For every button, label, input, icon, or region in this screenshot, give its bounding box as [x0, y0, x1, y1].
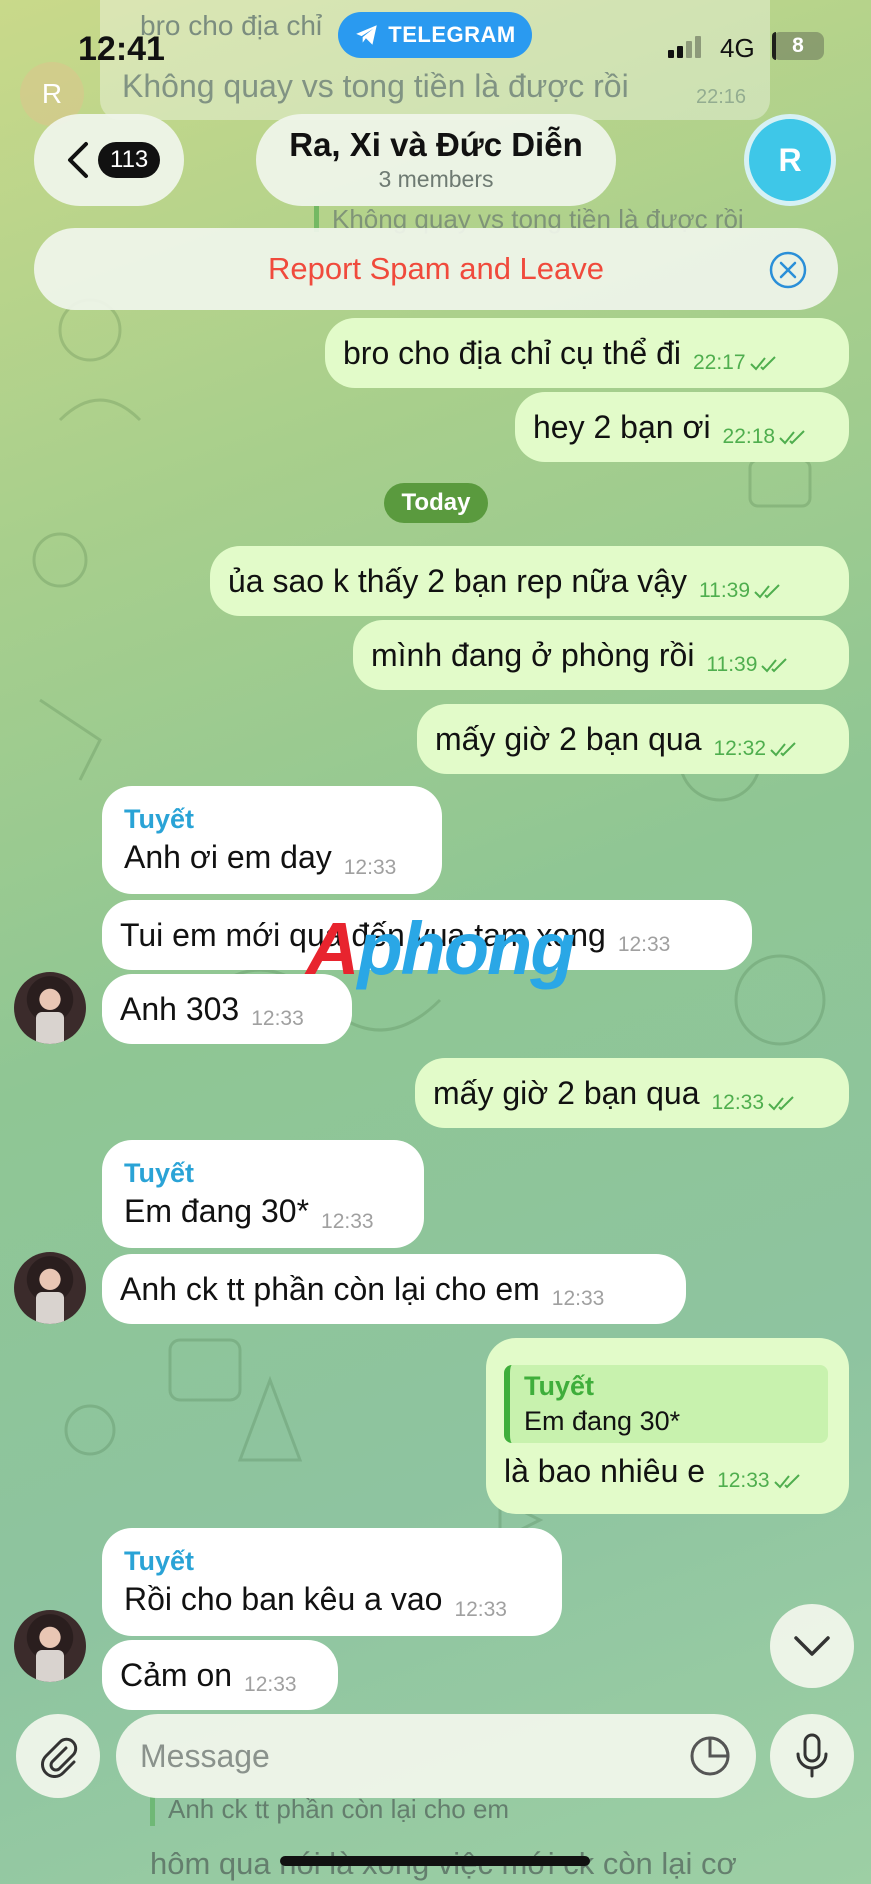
message-time: 22:17	[692, 351, 746, 374]
reply-sender: Tuyết	[524, 1370, 595, 1401]
scroll-down-button[interactable]	[770, 1604, 854, 1688]
message-time: 11:39	[706, 653, 758, 676]
reply-text: Em đang 30*	[524, 1405, 681, 1436]
message-incoming[interactable]: Anh 303 12:33	[102, 974, 352, 1044]
message-incoming[interactable]: Tuyết Em đang 30* 12:33	[102, 1140, 424, 1248]
message-time: 12:33	[251, 1007, 304, 1030]
message-incoming[interactable]: Tuyết Rồi cho ban kêu a vao 12:33	[102, 1528, 562, 1636]
message-meta: 12:33	[711, 1091, 796, 1115]
report-spam-button[interactable]: Report Spam and Leave	[268, 251, 604, 287]
signal-icon	[668, 36, 701, 58]
message-meta: 12:32	[713, 737, 798, 761]
message-text: Rồi cho ban kêu a vao	[124, 1581, 443, 1617]
message-text: ủa sao k thấy 2 bạn rep nữa vậy	[228, 562, 688, 599]
clock: 12:41	[78, 30, 165, 68]
sender-name[interactable]: Tuyết	[124, 804, 194, 835]
sender-avatar[interactable]	[14, 972, 86, 1044]
chat-name: Ra, Xi và Đức Diễn	[289, 126, 583, 163]
message-text: Anh ơi em day	[124, 839, 332, 875]
sender-name[interactable]: Tuyết	[124, 1158, 194, 1189]
message-outgoing-reply[interactable]: Tuyết Em đang 30* là bao nhiêu e 12:33	[486, 1338, 849, 1514]
message-time: 12:33	[321, 1209, 374, 1233]
microphone-button[interactable]	[770, 1714, 854, 1798]
message-time: 22:18	[722, 425, 776, 448]
message-text: Cảm on	[120, 1656, 233, 1693]
message-meta: 11:39	[699, 579, 782, 603]
message-time: 11:39	[699, 579, 751, 602]
double-check-icon	[773, 1474, 800, 1489]
message-outgoing[interactable]: bro cho địa chỉ cụ thể đi 22:17	[325, 318, 849, 388]
chat-members-count: 3 members	[378, 166, 494, 192]
sticker-icon[interactable]	[688, 1734, 732, 1778]
message-outgoing[interactable]: mình đang ở phòng rồi 11:39	[353, 620, 849, 690]
network-type: 4G	[720, 33, 755, 63]
message-time: 12:33	[343, 855, 397, 879]
battery-percent: 8	[792, 34, 804, 57]
double-check-icon	[754, 584, 780, 599]
chat-title[interactable]: Ra, Xi và Đức Diễn 3 members	[256, 114, 616, 206]
message-incoming[interactable]: Tuyết Anh ơi em day 12:33	[102, 786, 442, 894]
message-outgoing[interactable]: mấy giờ 2 bạn qua 12:33	[415, 1058, 849, 1128]
message-meta: 22:18	[723, 425, 808, 449]
paperclip-icon	[41, 1737, 78, 1778]
date-divider: Today	[384, 483, 488, 523]
message-time: 12:33	[454, 1597, 507, 1621]
message-text: mình đang ở phòng rồi	[371, 636, 695, 673]
message-meta: 11:39	[706, 653, 789, 677]
watermark-logo: Aphong	[306, 907, 575, 990]
microphone-icon	[796, 1733, 828, 1778]
attach-button[interactable]	[16, 1714, 100, 1798]
message-time: 12:33	[711, 1091, 765, 1114]
message-incoming[interactable]: Cảm on 12:33	[102, 1640, 338, 1710]
message-time: 12:33	[717, 1469, 770, 1492]
double-check-icon	[779, 430, 805, 445]
sender-avatar[interactable]	[14, 1252, 86, 1324]
unread-badge: 113	[98, 142, 161, 178]
telegram-icon	[356, 25, 378, 45]
message-text: mấy giờ 2 bạn qua	[433, 1074, 700, 1111]
message-text: Anh 303	[120, 990, 240, 1027]
back-chevron-icon	[68, 142, 88, 178]
message-time: 12:33	[617, 933, 671, 956]
message-time: 12:33	[244, 1673, 297, 1696]
sender-name[interactable]: Tuyết	[124, 1546, 194, 1577]
message-text: Em đang 30*	[124, 1193, 310, 1229]
close-circle-icon[interactable]	[768, 250, 808, 290]
telegram-pill-label: TELEGRAM	[388, 22, 516, 47]
message-outgoing[interactable]: ủa sao k thấy 2 bạn rep nữa vậy 11:39	[210, 546, 849, 616]
message-text: là bao nhiêu e	[504, 1452, 706, 1489]
double-check-icon	[768, 1096, 794, 1111]
home-indicator[interactable]	[280, 1856, 590, 1866]
battery-icon: 8	[772, 32, 824, 60]
message-text: mấy giờ 2 bạn qua	[435, 720, 702, 757]
report-spam-bar[interactable]: Report Spam and Leave	[34, 228, 838, 310]
double-check-icon	[761, 658, 788, 673]
double-check-icon	[770, 742, 796, 757]
sender-avatar[interactable]	[14, 1610, 86, 1682]
message-time: 12:33	[551, 1287, 605, 1310]
back-button[interactable]: 113	[34, 114, 184, 206]
chat-avatar[interactable]: R	[744, 114, 836, 206]
double-check-icon	[749, 356, 776, 371]
message-outgoing[interactable]: hey 2 bạn ơi 22:18	[515, 392, 849, 462]
message-outgoing[interactable]: mấy giờ 2 bạn qua 12:32	[417, 704, 849, 774]
message-text: Anh ck tt phần còn lại cho em	[120, 1270, 540, 1307]
message-time: 12:32	[713, 737, 767, 760]
message-text: hey 2 bạn ơi	[533, 408, 711, 445]
telegram-pill[interactable]: TELEGRAM	[338, 12, 532, 58]
reply-quote[interactable]: Tuyết Em đang 30*	[504, 1364, 828, 1443]
status-bar: 12:41 TELEGRAM 4G 8	[0, 0, 871, 95]
message-input[interactable]: Message	[116, 1714, 756, 1798]
message-text: bro cho địa chỉ cụ thể đi	[343, 334, 681, 371]
chevron-down-icon	[794, 1636, 830, 1656]
message-meta: 12:33	[717, 1469, 802, 1493]
message-meta: 22:17	[693, 351, 778, 375]
message-incoming[interactable]: Anh ck tt phần còn lại cho em 12:33	[102, 1254, 686, 1324]
